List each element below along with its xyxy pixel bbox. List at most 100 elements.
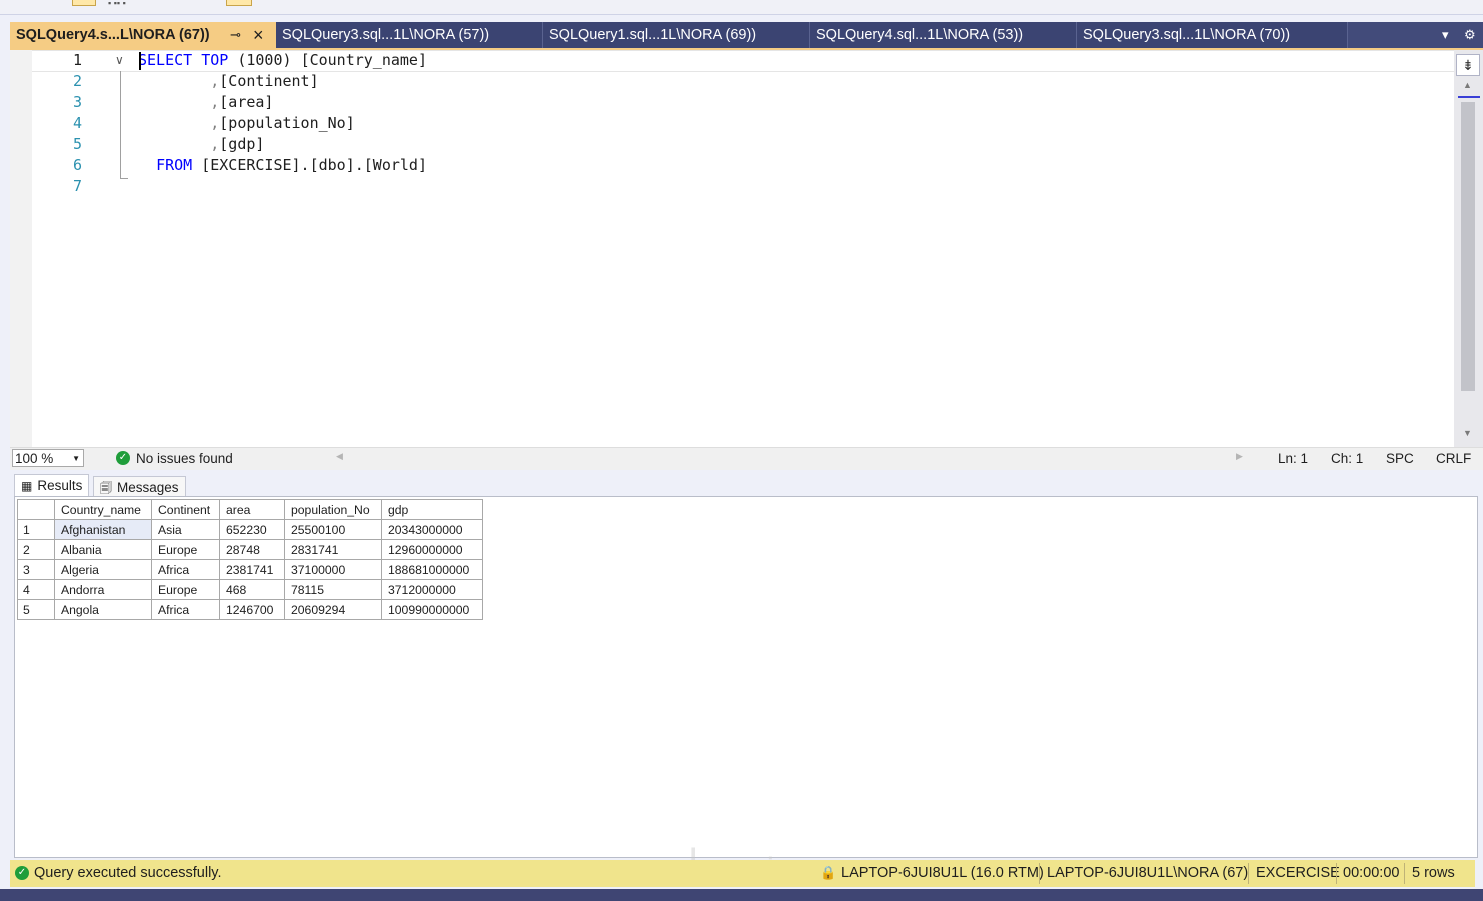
- query-editor[interactable]: ∨ 1 SELECT TOP (1000) [Country_name] 2 ,…: [10, 50, 1454, 447]
- split-icon[interactable]: ⇟: [1456, 54, 1480, 76]
- table-cell[interactable]: 188681000000: [381, 559, 483, 580]
- scroll-up-arrow-icon[interactable]: ▲: [1463, 80, 1472, 90]
- scroll-down-arrow-icon[interactable]: ▼: [1463, 428, 1472, 438]
- code-line-5: 5 ,[gdp]: [10, 134, 1454, 155]
- results-grid-panel[interactable]: Country_name Continent area population_N…: [14, 496, 1478, 858]
- line-number: 6: [72, 156, 82, 174]
- ok-check-icon: ✓: [15, 866, 29, 880]
- code-text: (1000): [228, 51, 301, 69]
- row-number[interactable]: 4: [17, 579, 55, 600]
- editor-status-strip: 100 % ▼ ✓ No issues found ◀ ▶ Ln: 1 Ch: …: [10, 447, 1483, 470]
- tab-sqlquery3-70[interactable]: SQLQuery3.sql...1L\NORA (70)): [1077, 22, 1348, 48]
- table-row[interactable]: 3 Algeria Africa 2381741 37100000 188681…: [17, 559, 483, 580]
- table-cell[interactable]: 20609294: [284, 599, 382, 620]
- table-cell[interactable]: Albania: [54, 539, 152, 560]
- tab-label: SQLQuery4.s...L\NORA (67)): [16, 27, 210, 43]
- keyword-from: FROM: [156, 156, 193, 174]
- row-number[interactable]: 1: [17, 519, 55, 540]
- tab-sqlquery4-53[interactable]: SQLQuery4.sql...1L\NORA (53)): [810, 22, 1077, 48]
- table-cell[interactable]: 468: [219, 579, 285, 600]
- table-cell[interactable]: 78115: [284, 579, 382, 600]
- column-header[interactable]: gdp: [381, 499, 483, 520]
- code-line-4: 4 ,[population_No]: [10, 113, 1454, 134]
- editor-vertical-scrollbar[interactable]: ⇟ ▲ ▼: [1454, 50, 1483, 447]
- chevron-down-icon[interactable]: ▼: [72, 450, 80, 468]
- toolbar-icon[interactable]: [226, 0, 252, 6]
- row-number[interactable]: 2: [17, 539, 55, 560]
- line-number: 4: [72, 114, 82, 132]
- table-cell[interactable]: Europe: [151, 539, 220, 560]
- table-cell[interactable]: 1246700: [219, 599, 285, 620]
- table-cell[interactable]: Asia: [151, 519, 220, 540]
- table-cell[interactable]: Afghanistan: [54, 519, 152, 540]
- table-cell[interactable]: 652230: [219, 519, 285, 540]
- tab-dropdown-icon[interactable]: ▾: [1442, 22, 1449, 48]
- lock-icon: 🔒: [820, 865, 837, 880]
- table-cell[interactable]: Europe: [151, 579, 220, 600]
- tab-results[interactable]: ▦ Results: [14, 474, 90, 496]
- database-info: EXCERCISE: [1256, 865, 1340, 881]
- row-number[interactable]: 3: [17, 559, 55, 580]
- scroll-right-arrow-icon[interactable]: ▶: [1236, 451, 1243, 462]
- tab-messages[interactable]: 🗐 Messages: [93, 476, 186, 498]
- table-cell[interactable]: 20343000000: [381, 519, 483, 540]
- column-header[interactable]: area: [219, 499, 285, 520]
- table-cell[interactable]: 100990000000: [381, 599, 483, 620]
- code-text: [area]: [219, 93, 274, 111]
- table-cell[interactable]: 37100000: [284, 559, 382, 580]
- zoom-value: 100 %: [15, 451, 54, 466]
- table-cell[interactable]: Africa: [151, 599, 220, 620]
- close-icon[interactable]: ×: [253, 22, 264, 48]
- code-comma: ,: [210, 135, 220, 153]
- table-row[interactable]: 5 Angola Africa 1246700 20609294 1009900…: [17, 599, 483, 620]
- toolbar-icon[interactable]: [72, 0, 96, 6]
- table-row[interactable]: 4 Andorra Europe 468 78115 3712000000: [17, 579, 483, 600]
- tab-label: SQLQuery1.sql...1L\NORA (69)): [549, 27, 757, 43]
- line-ending-indicator: CRLF: [1436, 451, 1472, 466]
- query-status-bar: ✓ Query executed successfully. 🔒 LAPTOP-…: [10, 860, 1475, 887]
- toolbar-strip: ▪ ▪▪ ▪: [0, 0, 1483, 15]
- results-tab-strip: ▦ Results 🗐 Messages: [10, 470, 1483, 498]
- column-header[interactable]: Continent: [151, 499, 220, 520]
- code-comma: ,: [210, 114, 220, 132]
- messages-icon: 🗐: [100, 481, 112, 495]
- table-cell[interactable]: 3712000000: [381, 579, 483, 600]
- keyword-top: TOP: [201, 51, 229, 69]
- tab-sqlquery4-active[interactable]: SQLQuery4.s...L\NORA (67)) ⊸ ×: [10, 22, 285, 48]
- text-caret: [139, 52, 141, 70]
- line-number: 7: [72, 177, 82, 195]
- scrollbar-thumb[interactable]: [1461, 102, 1475, 391]
- tab-sqlquery3-57[interactable]: SQLQuery3.sql...1L\NORA (57)): [276, 22, 543, 48]
- code-line-3: 3 ,[area]: [10, 92, 1454, 113]
- zoom-select[interactable]: 100 % ▼: [12, 449, 84, 467]
- table-row[interactable]: 1 Afghanistan Asia 652230 25500100 20343…: [17, 519, 483, 540]
- table-cell[interactable]: 2381741: [219, 559, 285, 580]
- table-cell[interactable]: 12960000000: [381, 539, 483, 560]
- settings-gear-icon[interactable]: ⚙: [1464, 22, 1476, 48]
- row-number-header[interactable]: [17, 499, 55, 520]
- table-cell[interactable]: Andorra: [54, 579, 152, 600]
- table-cell[interactable]: 2831741: [284, 539, 382, 560]
- divider: [1039, 863, 1040, 884]
- table-cell[interactable]: 28748: [219, 539, 285, 560]
- code-text: [Continent]: [219, 72, 319, 90]
- column-header[interactable]: population_No: [284, 499, 382, 520]
- document-tab-bar: SQLQuery4.s...L\NORA (67)) ⊸ × SQLQuery3…: [10, 22, 1483, 48]
- row-number[interactable]: 5: [17, 599, 55, 620]
- table-cell[interactable]: Africa: [151, 559, 220, 580]
- login-info: LAPTOP-6JUI8U1L\NORA (67): [1047, 865, 1249, 881]
- divider: [1404, 863, 1405, 884]
- tab-sqlquery1-69[interactable]: SQLQuery1.sql...1L\NORA (69)): [543, 22, 810, 48]
- tab-label: SQLQuery3.sql...1L\NORA (70)): [1083, 27, 1291, 43]
- pin-icon[interactable]: ⊸: [230, 22, 241, 48]
- scroll-left-arrow-icon[interactable]: ◀: [336, 451, 343, 462]
- column-header[interactable]: Country_name: [54, 499, 152, 520]
- issues-status[interactable]: No issues found: [136, 451, 233, 466]
- spc-indicator: SPC: [1386, 451, 1414, 466]
- code-text: [gdp]: [219, 135, 265, 153]
- table-row[interactable]: 2 Albania Europe 28748 2831741 129600000…: [17, 539, 483, 560]
- table-cell[interactable]: 25500100: [284, 519, 382, 540]
- elapsed-time: 00:00:00: [1343, 865, 1400, 881]
- table-cell[interactable]: Angola: [54, 599, 152, 620]
- table-cell[interactable]: Algeria: [54, 559, 152, 580]
